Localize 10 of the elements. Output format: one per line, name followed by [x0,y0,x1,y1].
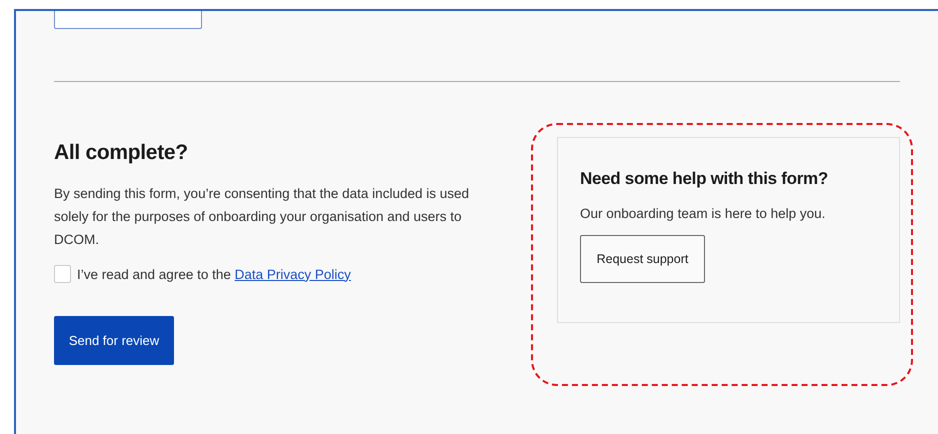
send-for-review-button[interactable]: Send for review [54,316,174,365]
request-support-button[interactable]: Request support [580,235,705,283]
input-field[interactable] [54,11,202,29]
consent-text: By sending this form, you’re consenting that the data included is used solely for the purposes of onboarding your organisation and users to DCOM. [54,185,470,249]
card-text: Our onboarding team is here to help you. [580,205,826,223]
section-heading: All complete? [54,140,189,166]
card-title: Need some help with this form? [580,168,829,190]
privacy-policy-link[interactable]: Data Privacy Policy [234,266,351,282]
checkbox-label: I’ve read and agree to the Data Privacy Policy [77,266,351,282]
checkbox[interactable] [54,265,71,283]
